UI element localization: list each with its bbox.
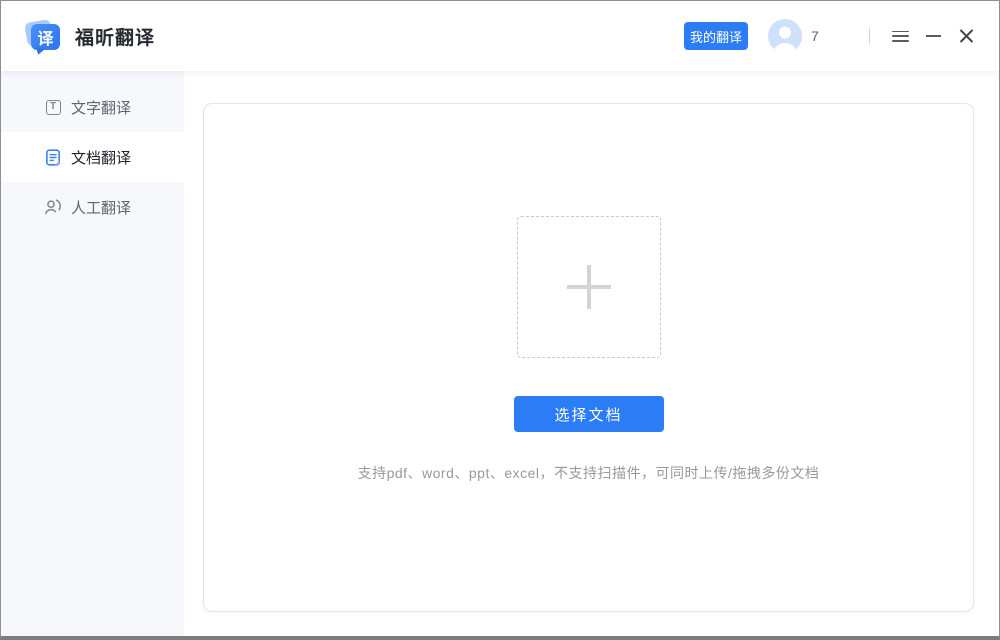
minimize-bar	[926, 35, 941, 37]
sidebar-item-human-translate[interactable]: 人工翻译	[1, 182, 184, 232]
app-window: 译 福昕翻译 我的翻译 7	[0, 0, 1000, 640]
app-body: T 文字翻译 文档翻译	[1, 71, 999, 636]
titlebar-divider	[869, 28, 870, 44]
avatar[interactable]	[768, 19, 802, 53]
brand: 译 福昕翻译	[26, 19, 155, 53]
document-translate-panel: 选择文档 支持pdf、word、ppt、excel，不支持扫描件，可同时上传/拖…	[203, 103, 974, 612]
my-translations-button[interactable]: 我的翻译	[684, 22, 748, 50]
sidebar-item-label: 人工翻译	[71, 197, 131, 218]
main-area: 选择文档 支持pdf、word、ppt、excel，不支持扫描件，可同时上传/拖…	[184, 71, 999, 636]
sidebar-item-document-translate[interactable]: 文档翻译	[1, 132, 184, 182]
sidebar: T 文字翻译 文档翻译	[1, 71, 184, 636]
select-document-button[interactable]: 选择文档	[514, 396, 664, 432]
logo-bubble-tail	[34, 47, 44, 56]
plus-icon	[567, 265, 611, 309]
document-translate-icon	[44, 148, 62, 166]
app-title: 福昕翻译	[75, 23, 155, 50]
logo-glyph: 译	[37, 25, 53, 49]
user-avatar-icon	[768, 19, 802, 53]
close-icon[interactable]	[951, 21, 981, 51]
titlebar-actions: 我的翻译 7	[684, 19, 981, 53]
close-x	[959, 29, 974, 44]
upload-dropzone[interactable]	[517, 216, 661, 358]
translation-count: 7	[811, 28, 851, 44]
sidebar-item-label: 文档翻译	[71, 147, 131, 168]
sidebar-item-label: 文字翻译	[71, 97, 131, 118]
menu-icon[interactable]	[885, 21, 915, 51]
sidebar-item-text-translate[interactable]: T 文字翻译	[1, 82, 184, 132]
app-logo-icon: 译	[26, 19, 64, 53]
minimize-icon[interactable]	[918, 21, 948, 51]
titlebar: 译 福昕翻译 我的翻译 7	[1, 1, 999, 71]
human-translate-icon	[44, 198, 62, 216]
hamburger-icon	[892, 31, 909, 42]
text-translate-icon: T	[44, 98, 62, 116]
upload-hint: 支持pdf、word、ppt、excel，不支持扫描件，可同时上传/拖拽多份文档	[358, 463, 820, 483]
